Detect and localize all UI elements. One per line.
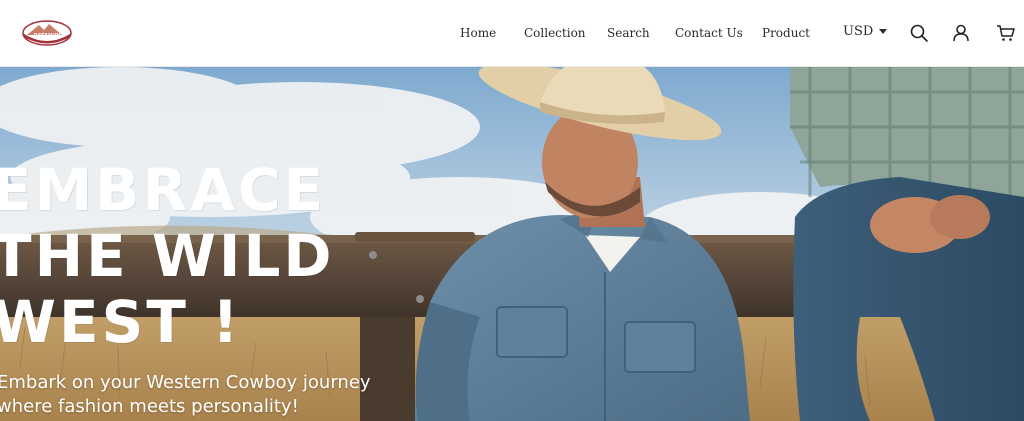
logo-text: DATAHUN <box>34 33 61 39</box>
hero-headline: EMBRACE THE WILD WEST ! <box>0 157 335 355</box>
nav-home[interactable]: Home <box>460 25 496 41</box>
currency-label: USD <box>843 24 874 39</box>
headline-line-3: WEST ! <box>0 288 242 356</box>
subtitle-line-2: where fashion meets personality! <box>0 396 299 417</box>
nav-contact-us[interactable]: Contact Us <box>675 25 743 41</box>
headline-line-1: EMBRACE <box>0 156 327 224</box>
hero-banner: EMBRACE THE WILD WEST ! Embark on your W… <box>0 67 1024 421</box>
brand-logo[interactable]: DATAHUN <box>22 20 72 46</box>
subtitle-line-1: Embark on your Western Cowboy journey <box>0 372 371 393</box>
nav-collection[interactable]: Collection <box>524 25 586 41</box>
hero-subtitle: Embark on your Western Cowboy journey wh… <box>0 371 371 419</box>
search-icon[interactable] <box>909 23 929 43</box>
currency-selector[interactable]: USD <box>843 24 888 39</box>
headline-line-2: THE WILD <box>0 222 335 290</box>
cart-icon[interactable] <box>996 23 1016 43</box>
chevron-down-icon <box>879 29 888 34</box>
nav-product[interactable]: Product <box>762 25 810 41</box>
nav-search[interactable]: Search <box>607 25 650 41</box>
site-header: DATAHUN Home Collection Search Contact U… <box>0 0 1024 67</box>
account-icon[interactable] <box>951 23 971 43</box>
